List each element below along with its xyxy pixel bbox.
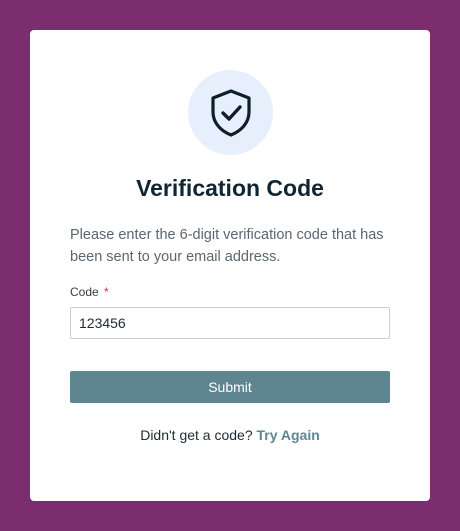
resend-row: Didn't get a code? Try Again: [30, 426, 430, 444]
verification-card: Verification Code Please enter the 6-dig…: [30, 30, 430, 501]
code-field-label: Code *: [70, 284, 109, 300]
submit-button[interactable]: Submit: [70, 371, 390, 403]
required-marker: *: [104, 285, 109, 299]
code-input[interactable]: [70, 307, 390, 339]
code-label-text: Code: [70, 285, 99, 299]
instruction-text: Please enter the 6-digit verification co…: [70, 227, 384, 265]
resend-prompt: Didn't get a code?: [140, 427, 253, 443]
try-again-link[interactable]: Try Again: [257, 427, 320, 443]
icon-badge: [188, 70, 273, 155]
shield-check-icon: [210, 88, 251, 137]
page-title: Verification Code: [136, 175, 324, 201]
